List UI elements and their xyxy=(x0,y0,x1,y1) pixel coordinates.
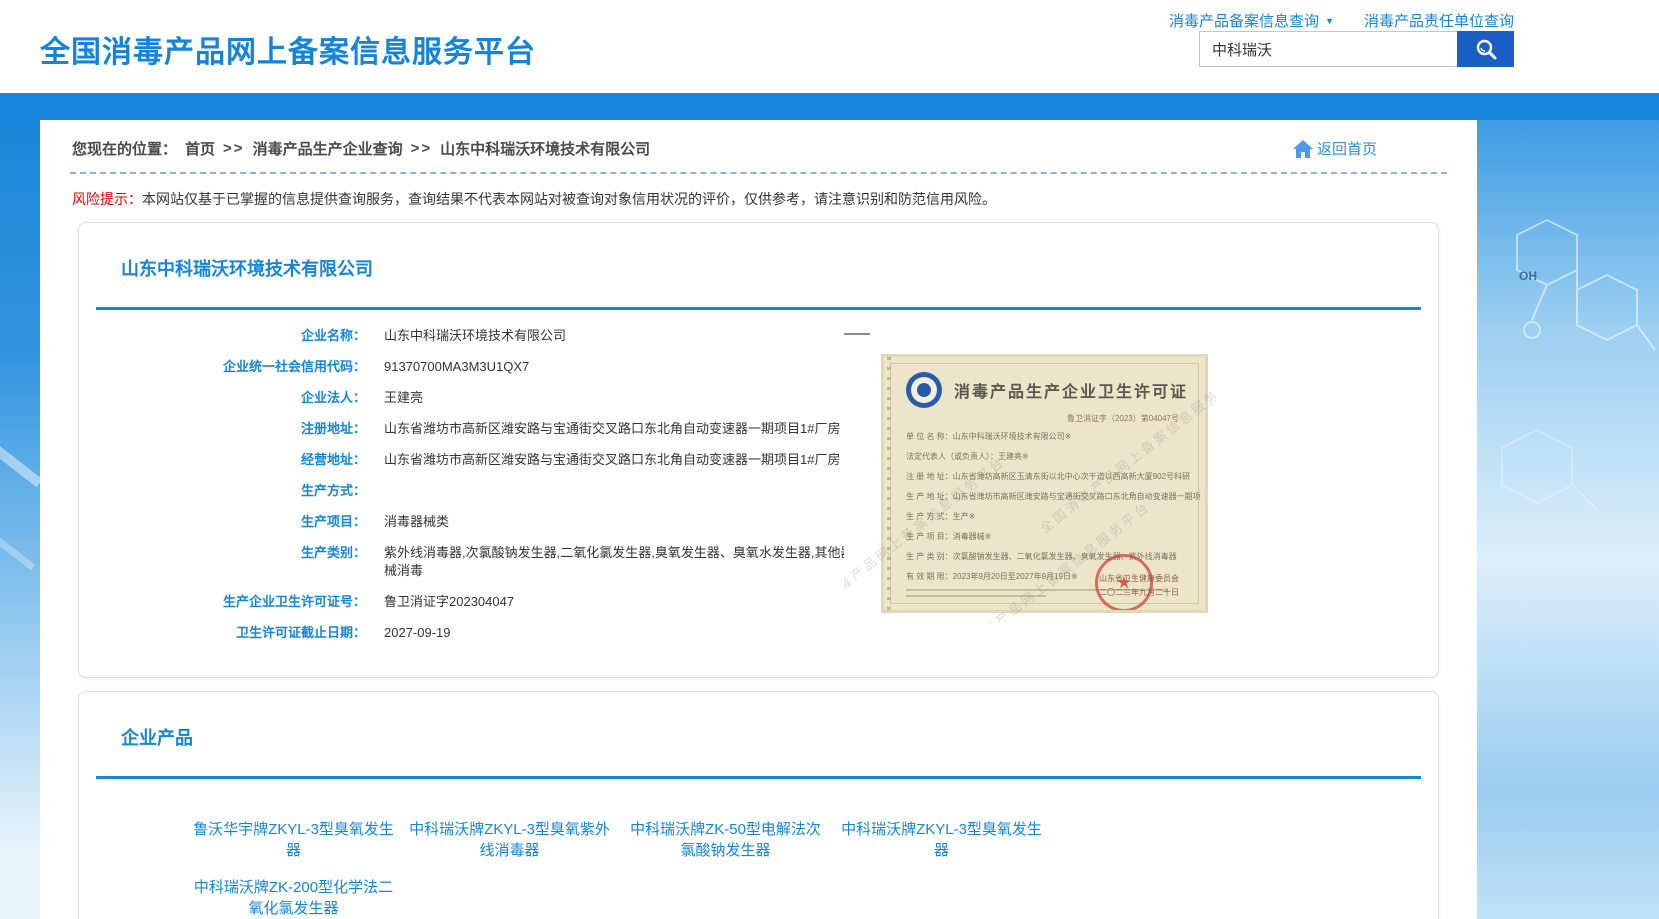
right-background-strip: OH xyxy=(1477,120,1659,919)
nav-record-info-query-label: 消毒产品备案信息查询 xyxy=(1169,10,1319,31)
breadcrumb-home[interactable]: 首页 xyxy=(185,138,215,159)
field-value: 山东省潍坊市高新区潍安路与宝通街交叉路口东北角自动变速器一期项目1#厂房 xyxy=(384,451,854,469)
company-card-title: 山东中科瑞沃环境技术有限公司 xyxy=(121,255,1438,281)
nav-responsible-unit-query-label: 消毒产品责任单位查询 xyxy=(1364,10,1514,31)
search-input[interactable] xyxy=(1199,31,1457,67)
cert-line: 法定代表人（或负责人）：王建亮※ xyxy=(906,447,1205,467)
certificate-issuer: 山东省卫生健康委员会 xyxy=(1099,573,1179,584)
decorative-streak xyxy=(0,443,43,488)
risk-notice-text: 本网站仅基于已掌握的信息提供查询服务，查询结果不代表本网站对被查询对象信用状况的… xyxy=(142,191,996,207)
breadcrumb-company-query[interactable]: 消毒产品生产企业查询 xyxy=(253,138,403,159)
product-link[interactable]: 中科瑞沃牌ZK-50型电解法次氯酸钠发生器 xyxy=(623,819,828,861)
field-row-company-name: 企业名称： 山东中科瑞沃环境技术有限公司 xyxy=(79,327,1438,345)
field-row-license-expiry: 卫生许可证截止日期： 2027-09-19 xyxy=(79,624,1438,642)
field-row-production-category: 生产类别： 紫外线消毒器,次氯酸钠发生器,二氧化氯发生器,臭氧发生器、臭氧水发生… xyxy=(79,544,1438,580)
field-row-production-project: 生产项目： 消毒器械类 xyxy=(79,513,1438,531)
health-emblem-icon xyxy=(906,372,942,408)
field-label: 经营地址： xyxy=(79,451,366,469)
content-panel: 您现在的位置： 首页 >> 消毒产品生产企业查询 >> 山东中科瑞沃环境技术有限… xyxy=(40,120,1477,919)
breadcrumb-separator: >> xyxy=(223,140,245,157)
field-row-business-address: 经营地址： 山东省潍坊市高新区潍安路与宝通街交叉路口东北角自动变速器一期项目1#… xyxy=(79,451,1438,469)
product-link[interactable]: 鲁沃华宇牌ZKYL-3型臭氧发生器 xyxy=(191,819,396,861)
site-title: 全国消毒产品网上备案信息服务平台 xyxy=(40,27,536,71)
field-label: 企业统一社会信用代码： xyxy=(79,358,366,376)
breadcrumb-prefix: 您现在的位置： xyxy=(72,138,177,159)
card-title-divider xyxy=(96,307,1421,310)
home-icon xyxy=(1292,139,1314,159)
field-value: 消毒器械类 xyxy=(384,513,854,531)
site-header: 全国消毒产品网上备案信息服务平台 消毒产品备案信息查询 ▼ 消毒产品责任单位查询 xyxy=(0,0,1659,93)
field-row-credit-code: 企业统一社会信用代码： 91370700MA3M3U1QX7 xyxy=(79,358,1438,376)
products-card: 企业产品 鲁沃华宇牌ZKYL-3型臭氧发生器 中科瑞沃牌ZKYL-3型臭氧紫外线… xyxy=(78,691,1439,919)
field-value: 鲁卫消证字202304047 xyxy=(384,593,854,611)
field-value: 山东中科瑞沃环境技术有限公司 xyxy=(384,327,854,345)
nav-record-info-query[interactable]: 消毒产品备案信息查询 ▼ xyxy=(1169,10,1334,31)
cert-line: 注 册 地 址：山东省潍坊高新区玉清东街以北中心次干道以西高新大厦902号科研 xyxy=(906,467,1205,487)
product-link[interactable]: 中科瑞沃牌ZKYL-3型臭氧紫外线消毒器 xyxy=(407,819,612,861)
field-value xyxy=(384,482,854,500)
risk-notice: 风险提示：本网站仅基于已掌握的信息提供查询服务，查询结果不代表本网站对被查询对象… xyxy=(72,189,1445,209)
field-label: 生产类别： xyxy=(79,544,366,580)
field-row-license-number: 生产企业卫生许可证号： 鲁卫消证字202304047 xyxy=(79,593,1438,611)
dashed-divider xyxy=(70,172,1447,174)
breadcrumb-current: 山东中科瑞沃环境技术有限公司 xyxy=(440,138,650,159)
certificate-number: 鲁卫消证字（2023）第04047号 xyxy=(884,413,1205,424)
search-button[interactable] xyxy=(1457,31,1514,67)
certificate-header: 消毒产品生产企业卫生许可证 xyxy=(884,357,1205,408)
field-value: 山东省潍坊市高新区潍安路与宝通街交叉路口东北角自动变速器一期项目1#厂房 xyxy=(384,420,854,438)
product-list: 鲁沃华宇牌ZKYL-3型臭氧发生器 中科瑞沃牌ZKYL-3型臭氧紫外线消毒器 中… xyxy=(191,819,1071,919)
certificate-title: 消毒产品生产企业卫生许可证 xyxy=(954,378,1188,402)
field-value: 91370700MA3M3U1QX7 xyxy=(384,358,854,376)
field-value: 2027-09-19 xyxy=(384,624,854,642)
company-info-card: 山东中科瑞沃环境技术有限公司 企业名称： 山东中科瑞沃环境技术有限公司 企业统一… xyxy=(78,222,1439,678)
card-title-divider xyxy=(96,776,1421,779)
risk-notice-label: 风险提示： xyxy=(72,191,142,207)
field-label: 企业法人： xyxy=(79,389,366,407)
products-card-title: 企业产品 xyxy=(121,724,1438,750)
breadcrumb-row: 您现在的位置： 首页 >> 消毒产品生产企业查询 >> 山东中科瑞沃环境技术有限… xyxy=(40,120,1477,159)
molecule-graphic: OH xyxy=(1477,180,1659,600)
breadcrumb-separator: >> xyxy=(411,140,433,157)
product-link[interactable]: 中科瑞沃牌ZK-200型化学法二氧化氯发生器 xyxy=(191,877,396,919)
back-home-link[interactable]: 返回首页 xyxy=(1292,138,1377,159)
field-label: 卫生许可证截止日期： xyxy=(79,624,366,642)
nav-responsible-unit-query[interactable]: 消毒产品责任单位查询 xyxy=(1364,10,1514,31)
cert-top-dash xyxy=(844,333,870,335)
banner-bar xyxy=(0,93,1659,120)
product-link[interactable]: 中科瑞沃牌ZKYL-3型臭氧发生器 xyxy=(839,819,1044,861)
back-home-label: 返回首页 xyxy=(1317,138,1377,159)
field-label: 企业名称： xyxy=(79,327,366,345)
field-value: 王建亮 xyxy=(384,389,854,407)
certificate-issue-date: 二〇二三年九月二十日 xyxy=(1099,587,1179,598)
search-icon xyxy=(1474,37,1498,61)
field-value: 紫外线消毒器,次氯酸钠发生器,二氧化氯发生器,臭氧发生器、臭氧水发生器,其他器械… xyxy=(384,544,854,580)
decorative-streak xyxy=(0,537,35,571)
field-row-production-mode: 生产方式： xyxy=(79,482,1438,500)
search-bar xyxy=(1199,31,1514,67)
license-certificate-image: 全国消毒产品网上备案信息服务平台 全国消毒产品网上备案信息服务平台 全国消毒产品… xyxy=(844,323,1216,623)
field-label: 生产企业卫生许可证号： xyxy=(79,593,366,611)
field-label: 注册地址： xyxy=(79,420,366,438)
field-label: 生产项目： xyxy=(79,513,366,531)
field-label: 生产方式： xyxy=(79,482,366,500)
chevron-down-icon: ▼ xyxy=(1325,16,1334,26)
field-row-legal-person: 企业法人： 王建亮 xyxy=(79,389,1438,407)
svg-text:OH: OH xyxy=(1519,269,1537,283)
left-background-strip xyxy=(0,120,40,919)
company-fields: 企业名称： 山东中科瑞沃环境技术有限公司 企业统一社会信用代码： 9137070… xyxy=(79,327,1438,642)
top-nav: 消毒产品备案信息查询 ▼ 消毒产品责任单位查询 xyxy=(1169,10,1514,31)
field-row-registered-address: 注册地址： 山东省潍坊市高新区潍安路与宝通街交叉路口东北角自动变速器一期项目1#… xyxy=(79,420,1438,438)
breadcrumb: 您现在的位置： 首页 >> 消毒产品生产企业查询 >> 山东中科瑞沃环境技术有限… xyxy=(72,138,650,159)
